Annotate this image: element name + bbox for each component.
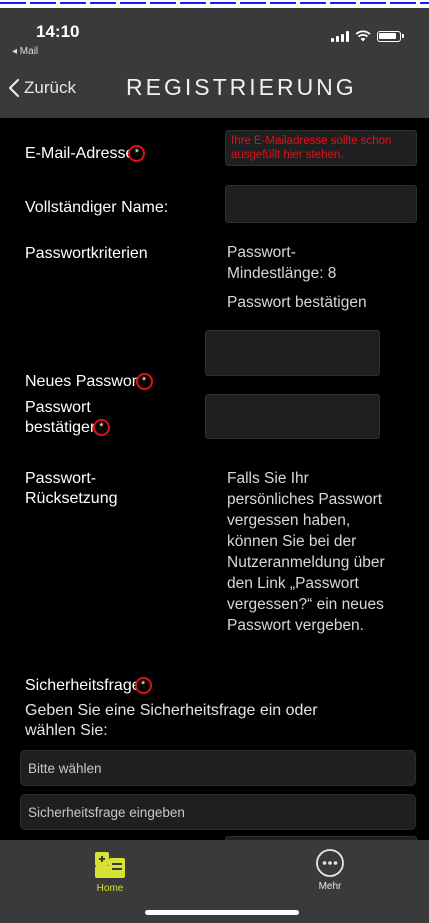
back-label: Zurück: [24, 78, 76, 97]
top-link-strip: [0, 0, 429, 8]
email-label: E-Mail-Adresse*: [25, 144, 146, 164]
tab-home-label: Home: [96, 883, 124, 894]
tab-more[interactable]: Mehr: [280, 848, 380, 892]
tab-more-label: Mehr: [318, 881, 342, 892]
required-marker-icon: *: [134, 677, 152, 695]
security-question-select[interactable]: Bitte wählen: [20, 750, 416, 786]
home-indicator[interactable]: [145, 910, 299, 915]
required-marker-icon: *: [92, 419, 110, 437]
password-criteria-label: Passwortkriterien: [25, 245, 148, 262]
security-question-input[interactable]: Sicherheitsfrage eingeben: [20, 794, 416, 830]
battery-icon: [377, 30, 404, 42]
password-reset-label: Passwort- Rücksetzung: [25, 470, 118, 507]
registration-form: E-Mail-Adresse* Ihre E-Mailadresse sollt…: [0, 118, 429, 840]
password-criteria-text: Passwort- Mindestlänge: 8 Passwort bestä…: [227, 244, 367, 311]
fullname-label: Vollständiger Name:: [25, 199, 169, 216]
home-icon: [95, 852, 125, 878]
security-question-label: Sicherheitsfrage*: [25, 676, 152, 696]
confirm-password-label: Passwort bestätigen*: [25, 398, 110, 438]
password-reset-text: Falls Sie Ihr persönliches Passwort verg…: [227, 470, 385, 634]
back-to-mail-link[interactable]: ◂ Mail: [12, 46, 38, 57]
status-bar: 14:10 ◂ Mail: [0, 8, 429, 60]
required-marker-icon: *: [135, 373, 153, 391]
fullname-input[interactable]: [225, 185, 417, 223]
page-title: REGISTRIERUNG: [126, 74, 357, 100]
tab-home[interactable]: Home: [60, 848, 160, 894]
email-field[interactable]: Ihre E-Mailadresse sollte schon ausgefül…: [225, 130, 417, 166]
new-password-input[interactable]: [205, 330, 380, 376]
navigation-bar: Zurück REGISTRIERUNG: [0, 60, 429, 118]
required-marker-icon: *: [128, 145, 146, 163]
new-password-label: Neues Passwort*: [25, 372, 153, 392]
wifi-icon: [355, 30, 371, 42]
more-icon: [316, 849, 344, 877]
back-button[interactable]: Zurück: [8, 78, 76, 98]
chevron-left-icon: [8, 78, 20, 98]
confirm-password-input[interactable]: [205, 394, 380, 439]
signal-icon: [331, 30, 349, 42]
status-time: 14:10: [36, 22, 80, 41]
security-question-description: Geben Sie eine Sicherheitsfrage ein oder…: [25, 702, 318, 739]
